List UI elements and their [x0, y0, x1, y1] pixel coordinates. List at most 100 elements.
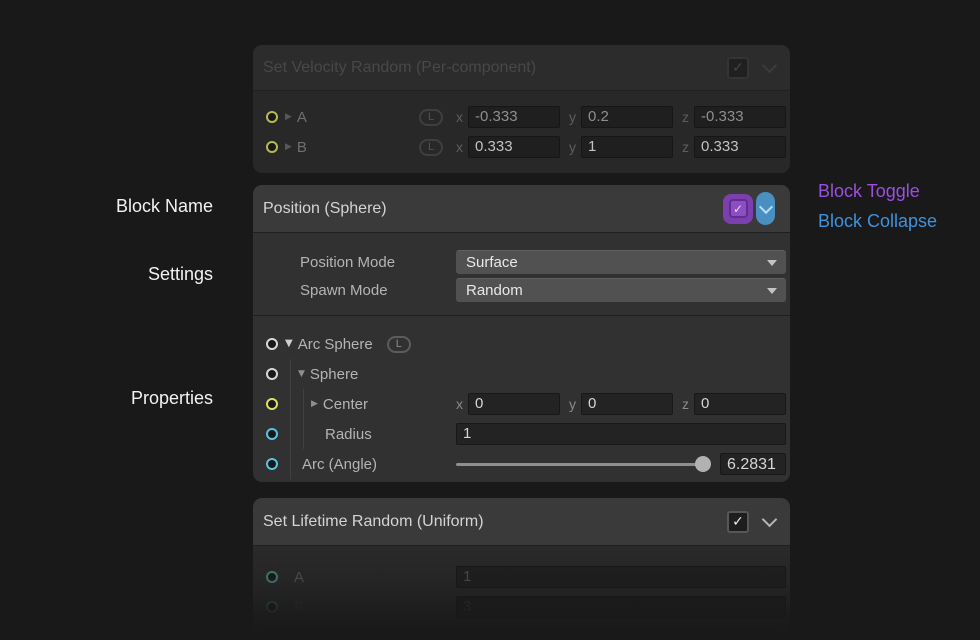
- local-space-icon[interactable]: L: [387, 336, 411, 353]
- radius-field[interactable]: 1: [456, 423, 786, 445]
- block-title: Set Velocity Random (Per-component): [263, 59, 536, 77]
- axis-x-label: x: [456, 396, 463, 412]
- property-row-b: ▶ B L x 0.333 y 1 z 0.333: [253, 132, 790, 162]
- x-field[interactable]: -0.333: [468, 106, 560, 128]
- arc-angle-slider[interactable]: [456, 456, 708, 472]
- annotation-block-collapse: Block Collapse: [818, 211, 937, 232]
- indent-guide: [290, 359, 291, 389]
- block-enabled-checkbox[interactable]: ✓: [727, 57, 749, 79]
- port-icon[interactable]: [266, 458, 278, 470]
- indent-guide: [303, 389, 304, 419]
- expander-expanded-icon[interactable]: ▼: [285, 339, 293, 349]
- block-title: Set Lifetime Random (Uniform): [263, 513, 484, 531]
- setting-row-spawn-mode: Spawn Mode Random: [253, 276, 790, 304]
- vector3-fields: x 0.333 y 1 z 0.333: [456, 136, 786, 158]
- property-row-a: ▶ A L x -0.333 y 0.2 z -0.333: [253, 102, 790, 132]
- block-toggle-highlight: ✓: [723, 194, 753, 224]
- annotation-settings: Settings: [0, 264, 213, 285]
- port-icon[interactable]: [266, 111, 278, 123]
- dropdown-value: Random: [466, 282, 523, 299]
- expander-collapsed-icon[interactable]: ▶: [285, 143, 292, 152]
- block-header[interactable]: Set Velocity Random (Per-component) ✓: [253, 45, 790, 90]
- port-icon[interactable]: [266, 601, 278, 613]
- axis-x-label: x: [456, 109, 463, 125]
- block-title: Position (Sphere): [263, 200, 387, 218]
- port-icon[interactable]: [266, 368, 278, 380]
- slider-handle[interactable]: [695, 456, 711, 472]
- position-mode-dropdown[interactable]: Surface: [456, 250, 786, 274]
- block-body: A 1 B 3: [253, 546, 790, 622]
- axis-y-label: y: [569, 139, 576, 155]
- indent-guide: [303, 419, 304, 449]
- axis-y-label: y: [569, 396, 576, 412]
- property-row-sphere: ▼ Sphere: [253, 359, 790, 389]
- x-field[interactable]: 0: [468, 393, 560, 415]
- annotation-block-name: Block Name: [0, 196, 213, 217]
- port-icon[interactable]: [266, 571, 278, 583]
- block-stack: Set Velocity Random (Per-component) ✓ ▶ …: [253, 0, 790, 640]
- expander-collapsed-icon[interactable]: ▶: [285, 113, 292, 122]
- chevron-down-icon[interactable]: [762, 57, 778, 73]
- x-field[interactable]: 0.333: [468, 136, 560, 158]
- chevron-down-icon[interactable]: [762, 511, 778, 527]
- dropdown-value: Surface: [466, 254, 518, 271]
- block-position-sphere: Position (Sphere) ✓ Position Mode Surfac…: [253, 185, 790, 482]
- indent-guide: [290, 419, 291, 449]
- z-field[interactable]: -0.333: [694, 106, 786, 128]
- annotation-properties: Properties: [0, 388, 213, 409]
- settings-section: Position Mode Surface Spawn Mode Random: [253, 233, 790, 315]
- port-icon[interactable]: [266, 428, 278, 440]
- block-body: ▶ A L x -0.333 y 0.2 z -0.333: [253, 91, 790, 162]
- block-enabled-checkbox[interactable]: ✓: [727, 511, 749, 533]
- check-icon: ✓: [733, 203, 743, 215]
- setting-label: Position Mode: [300, 254, 395, 271]
- vector3-fields: x 0 y 0 z 0: [456, 393, 786, 415]
- block-header[interactable]: Set Lifetime Random (Uniform) ✓: [253, 498, 790, 545]
- chevron-down-icon[interactable]: [758, 200, 772, 214]
- slider-track[interactable]: [456, 463, 708, 466]
- axis-x-label: x: [456, 139, 463, 155]
- block-enabled-checkbox[interactable]: ✓: [729, 199, 748, 218]
- axis-z-label: z: [682, 139, 689, 155]
- property-label: Arc Sphere: [298, 336, 373, 353]
- axis-z-label: z: [682, 109, 689, 125]
- expander-collapsed-icon[interactable]: ▶: [311, 400, 318, 409]
- axis-y-label: y: [569, 109, 576, 125]
- y-field[interactable]: 0: [581, 393, 673, 415]
- setting-row-position-mode: Position Mode Surface: [253, 248, 790, 276]
- dropdown-caret-icon: [767, 260, 777, 266]
- block-collapse-highlight: [756, 192, 775, 225]
- arc-angle-field[interactable]: 6.2831: [720, 453, 786, 475]
- z-field[interactable]: 0: [694, 393, 786, 415]
- property-row-radius: Radius 1: [253, 419, 790, 449]
- b-field[interactable]: 3: [456, 596, 786, 618]
- property-label: Sphere: [310, 366, 358, 383]
- property-row-a: A 1: [253, 562, 790, 592]
- indent-guide: [290, 389, 291, 419]
- z-field[interactable]: 0.333: [694, 136, 786, 158]
- property-label: B: [297, 139, 307, 156]
- spawn-mode-dropdown[interactable]: Random: [456, 278, 786, 302]
- a-field[interactable]: 1: [456, 566, 786, 588]
- dropdown-caret-icon: [767, 288, 777, 294]
- local-space-icon[interactable]: L: [419, 109, 443, 126]
- y-field[interactable]: 1: [581, 136, 673, 158]
- property-label: A: [294, 569, 304, 586]
- annotation-block-toggle: Block Toggle: [818, 181, 920, 202]
- property-label: A: [297, 109, 307, 126]
- property-row-arc-angle: Arc (Angle) 6.2831: [253, 449, 790, 479]
- indent-guide: [290, 449, 291, 479]
- check-icon: ✓: [732, 61, 744, 75]
- block-set-lifetime-random: Set Lifetime Random (Uniform) ✓ A 1: [253, 498, 790, 632]
- check-icon: ✓: [732, 515, 744, 529]
- port-icon[interactable]: [266, 141, 278, 153]
- y-field[interactable]: 0.2: [581, 106, 673, 128]
- local-space-icon[interactable]: L: [419, 139, 443, 156]
- expander-expanded-icon[interactable]: ▼: [298, 370, 305, 379]
- port-icon[interactable]: [266, 398, 278, 410]
- port-icon[interactable]: [266, 338, 278, 350]
- property-label: Center: [323, 396, 368, 413]
- property-label: Radius: [325, 426, 372, 443]
- block-header[interactable]: Position (Sphere) ✓: [253, 185, 790, 232]
- property-label: B: [294, 599, 304, 616]
